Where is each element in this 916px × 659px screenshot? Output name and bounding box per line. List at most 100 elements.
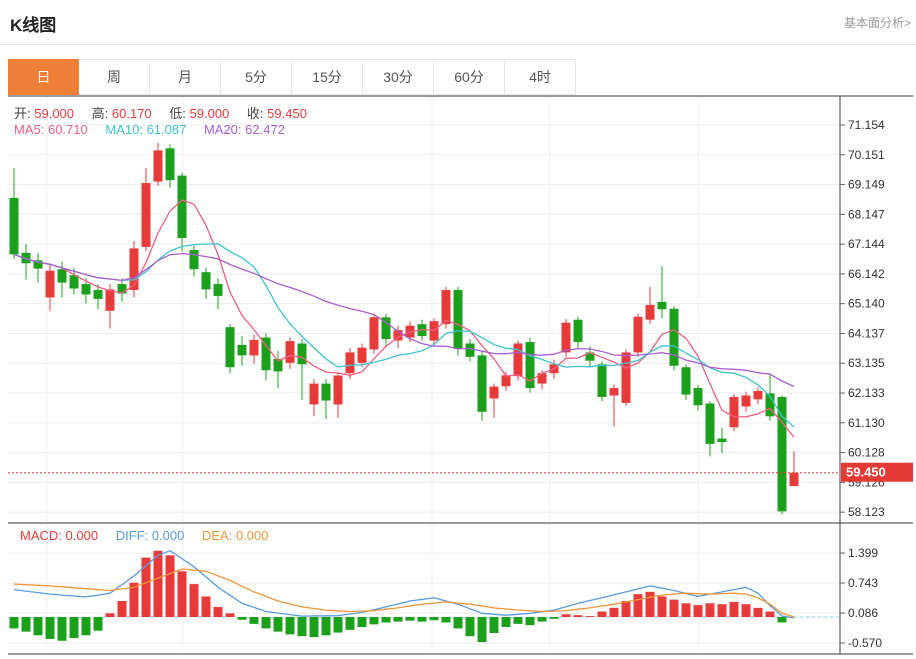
candle[interactable] bbox=[622, 352, 631, 403]
macd-bar bbox=[550, 617, 559, 619]
tab-week[interactable]: 周 bbox=[79, 59, 150, 95]
macd-bar bbox=[322, 617, 331, 635]
candle[interactable] bbox=[154, 150, 163, 181]
macd-bar bbox=[370, 617, 379, 624]
macd-bar bbox=[142, 558, 151, 617]
tab-60min[interactable]: 60分 bbox=[434, 59, 505, 95]
macd-bar bbox=[670, 600, 679, 617]
macd-bar bbox=[418, 617, 427, 622]
macd-bar bbox=[502, 617, 511, 627]
candle[interactable] bbox=[370, 317, 379, 349]
candle[interactable] bbox=[646, 305, 655, 320]
macd-bar bbox=[310, 617, 319, 637]
candle[interactable] bbox=[142, 183, 151, 247]
candle[interactable] bbox=[202, 272, 211, 289]
candle[interactable] bbox=[706, 404, 715, 444]
macd-bar bbox=[334, 617, 343, 633]
candle[interactable] bbox=[442, 290, 451, 324]
candle[interactable] bbox=[238, 345, 247, 355]
candle[interactable] bbox=[502, 375, 511, 386]
candle[interactable] bbox=[658, 302, 667, 309]
candle[interactable] bbox=[298, 343, 307, 364]
candle[interactable] bbox=[358, 348, 367, 363]
macd-bar bbox=[358, 617, 367, 627]
candle[interactable] bbox=[166, 148, 175, 180]
low-value: 59.000 bbox=[190, 106, 230, 121]
ma5-label: MA5: bbox=[14, 122, 44, 137]
candle[interactable] bbox=[94, 290, 103, 299]
kline-chart[interactable]: 71.15470.15169.14968.14767.14466.14265.1… bbox=[0, 0, 916, 659]
tab-15min[interactable]: 15分 bbox=[292, 59, 363, 95]
axis-tick-label: 71.154 bbox=[848, 118, 885, 132]
candle[interactable] bbox=[754, 391, 763, 399]
ohlc-legend: 开: 59.000 高: 60.170 低: 59.000 收: 59.450 bbox=[14, 103, 321, 122]
ma10-label: MA10: bbox=[105, 122, 143, 137]
candle[interactable] bbox=[694, 388, 703, 405]
macd-legend: MACD: 0.000 DIFF: 0.000 DEA: 0.000 bbox=[20, 528, 283, 543]
candle[interactable] bbox=[58, 269, 67, 282]
candle[interactable] bbox=[514, 343, 523, 376]
candle[interactable] bbox=[178, 176, 187, 238]
macd-bar bbox=[58, 617, 67, 641]
tab-5min[interactable]: 5分 bbox=[221, 59, 292, 95]
candle[interactable] bbox=[778, 397, 787, 511]
high-label: 高: bbox=[92, 106, 109, 121]
tab-30min[interactable]: 30分 bbox=[363, 59, 434, 95]
macd-bar bbox=[754, 608, 763, 617]
macd-bar bbox=[730, 602, 739, 617]
candle[interactable] bbox=[454, 290, 463, 349]
candle[interactable] bbox=[70, 275, 79, 288]
candle[interactable] bbox=[670, 309, 679, 366]
macd-bar bbox=[382, 617, 391, 622]
candle[interactable] bbox=[478, 355, 487, 411]
candle[interactable] bbox=[46, 271, 55, 298]
tab-day[interactable]: 日 bbox=[8, 59, 79, 95]
candle[interactable] bbox=[682, 367, 691, 394]
candle[interactable] bbox=[190, 250, 199, 269]
macd-value: 0.000 bbox=[66, 528, 99, 543]
candle[interactable] bbox=[82, 284, 91, 294]
tab-month[interactable]: 月 bbox=[150, 59, 221, 95]
candle[interactable] bbox=[286, 341, 295, 363]
candle[interactable] bbox=[730, 397, 739, 427]
macd-bar bbox=[286, 617, 295, 634]
last-price-badge-value: 59.450 bbox=[846, 465, 886, 480]
candle[interactable] bbox=[562, 323, 571, 353]
diff-value: 0.000 bbox=[152, 528, 185, 543]
macd-bar bbox=[526, 617, 535, 625]
ma20-value: 62.472 bbox=[245, 122, 285, 137]
candle[interactable] bbox=[790, 473, 799, 486]
macd-bar bbox=[586, 616, 595, 617]
macd-bar bbox=[454, 617, 463, 628]
candle[interactable] bbox=[574, 320, 583, 342]
macd-bar bbox=[274, 617, 283, 632]
ma10-value: 61.087 bbox=[147, 122, 187, 137]
macd-bar bbox=[430, 617, 439, 620]
axis-tick-label: -0.570 bbox=[848, 636, 882, 650]
candle[interactable] bbox=[718, 439, 727, 443]
macd-bar bbox=[106, 613, 115, 617]
candle[interactable] bbox=[106, 289, 115, 310]
tab-4hour[interactable]: 4时 bbox=[505, 59, 576, 95]
axis-tick-label: 61.130 bbox=[848, 416, 885, 430]
macd-bar bbox=[706, 603, 715, 617]
candle[interactable] bbox=[226, 327, 235, 367]
candle[interactable] bbox=[466, 343, 475, 356]
candle[interactable] bbox=[610, 388, 619, 395]
candle[interactable] bbox=[250, 340, 259, 355]
axis-tick-label: 69.149 bbox=[848, 178, 885, 192]
macd-bar bbox=[598, 612, 607, 617]
high-value: 60.170 bbox=[112, 106, 152, 121]
dea-value: 0.000 bbox=[236, 528, 269, 543]
candle[interactable] bbox=[214, 284, 223, 296]
candle[interactable] bbox=[322, 384, 331, 401]
candle[interactable] bbox=[10, 198, 19, 254]
candle[interactable] bbox=[334, 376, 343, 405]
candle[interactable] bbox=[310, 384, 319, 405]
candle[interactable] bbox=[346, 352, 355, 373]
candle[interactable] bbox=[490, 387, 499, 399]
candle[interactable] bbox=[634, 317, 643, 353]
candle[interactable] bbox=[598, 364, 607, 397]
candle[interactable] bbox=[742, 395, 751, 406]
axis-tick-label: 70.151 bbox=[848, 148, 885, 162]
